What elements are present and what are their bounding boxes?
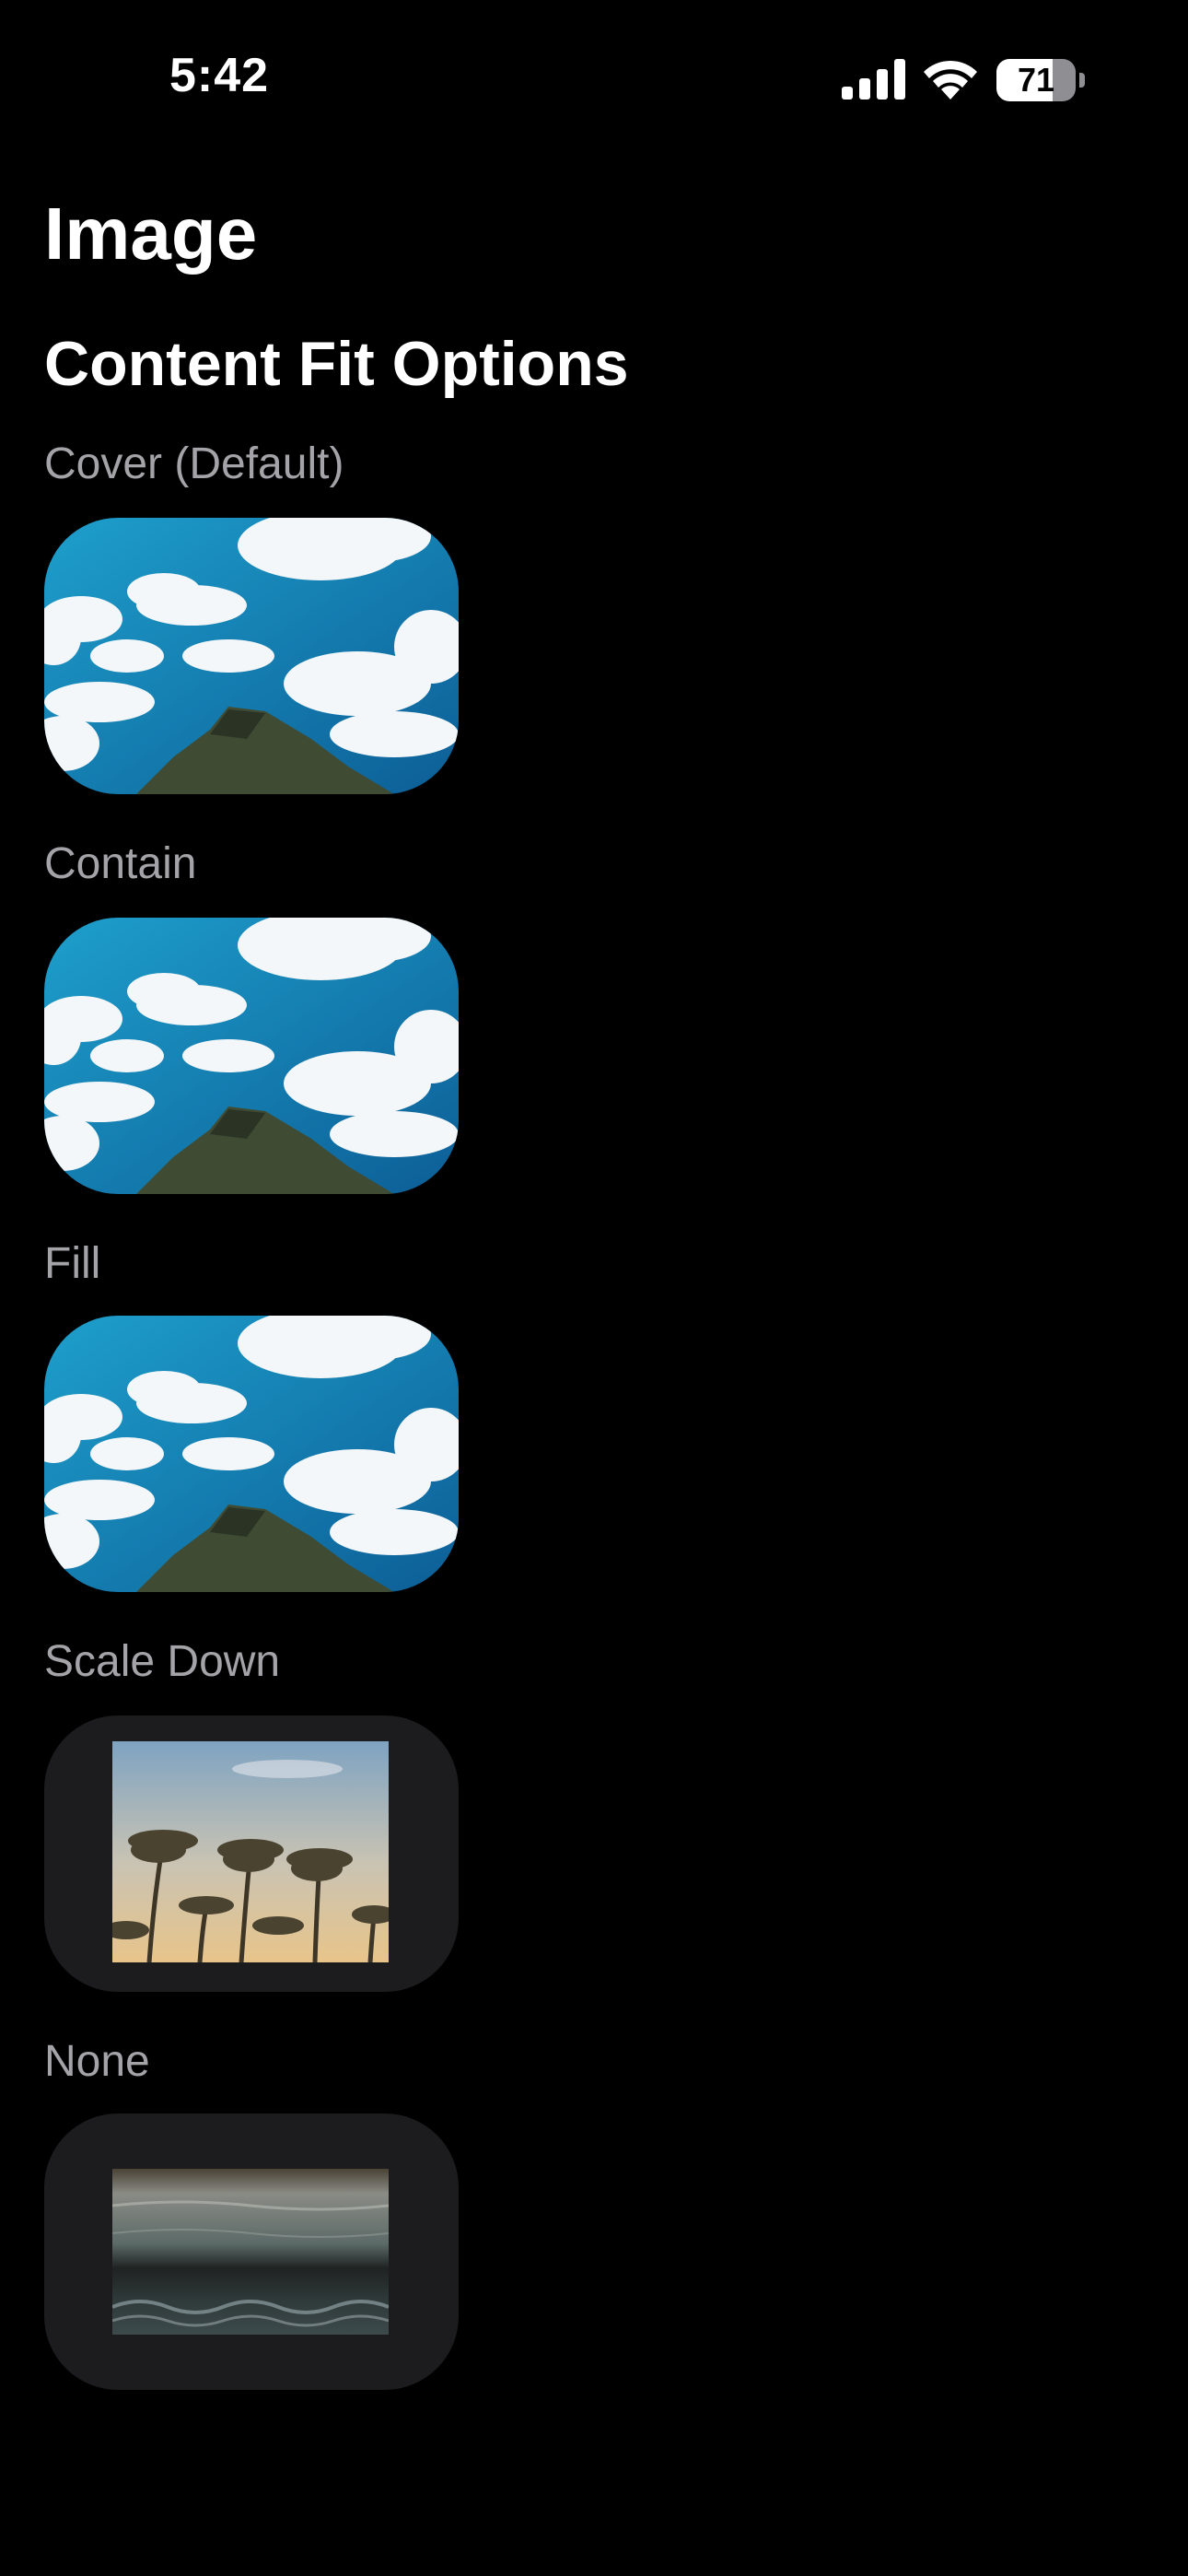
status-bar: 5:42 71 xyxy=(0,0,1188,138)
signal-icon xyxy=(842,59,905,100)
page-title: Image xyxy=(44,193,258,275)
image-cover xyxy=(44,518,459,794)
option-label-contain: Contain xyxy=(44,839,197,888)
option-label-scale-down: Scale Down xyxy=(44,1637,281,1686)
option-label-none: None xyxy=(44,2037,150,2086)
battery-icon: 71 xyxy=(996,59,1085,101)
wifi-icon xyxy=(924,60,977,100)
cloudy-sky-mountain-image xyxy=(44,1316,459,1592)
palm-trees-image xyxy=(112,1741,389,1962)
image-fill xyxy=(44,1316,459,1592)
image-contain xyxy=(44,918,459,1194)
image-none xyxy=(44,2113,459,2390)
section-title: Content Fit Options xyxy=(44,329,629,399)
battery-level: 71 xyxy=(1017,61,1055,99)
cloudy-sky-mountain-image xyxy=(44,518,459,794)
image-scale-down xyxy=(44,1715,459,1992)
option-label-cover: Cover (Default) xyxy=(44,439,344,488)
ocean-waves-image xyxy=(112,2169,389,2335)
status-time: 5:42 xyxy=(169,49,270,102)
option-label-fill: Fill xyxy=(44,1239,101,1288)
cloudy-sky-mountain-image xyxy=(44,918,459,1194)
